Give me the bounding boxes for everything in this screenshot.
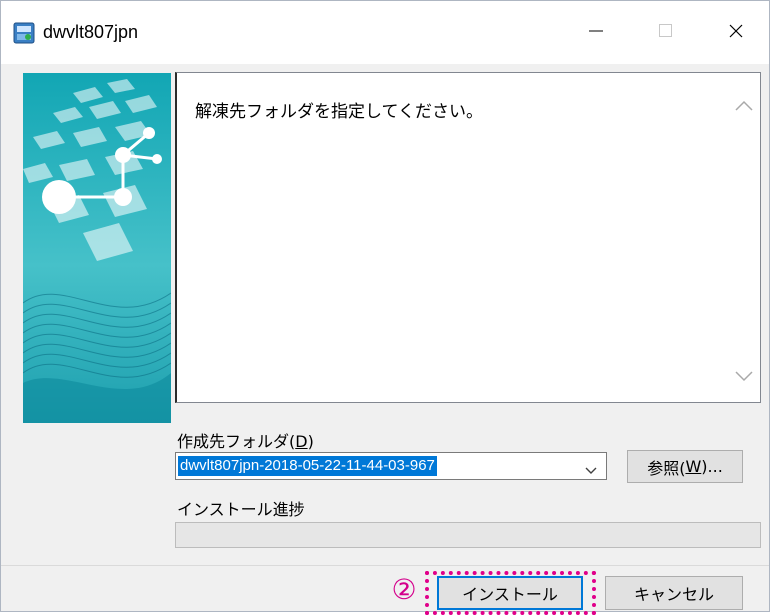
minimize-icon: [588, 23, 604, 43]
destination-label-text: 作成先フォルダ(: [177, 432, 296, 451]
chevron-up-icon[interactable]: [734, 97, 754, 116]
window-title: dwvlt807jpn: [43, 22, 139, 42]
destination-folder-label: 作成先フォルダ(D): [177, 428, 314, 452]
installer-icon: [13, 22, 35, 44]
browse-button[interactable]: 参照(W)...: [627, 450, 743, 483]
banner-image: [23, 73, 171, 423]
destination-folder-value[interactable]: dwvlt807jpn-2018-05-22-11-44-03-967: [178, 456, 437, 476]
maximize-button: [631, 1, 701, 64]
minimize-button[interactable]: [561, 1, 631, 64]
destination-label-end: ): [307, 432, 314, 451]
close-icon: [728, 23, 744, 43]
install-progress-bar: [175, 522, 761, 548]
installer-window: dwvlt807jpn 解凍先フォルダを指定してください。 作成先フォルダ(D)…: [0, 0, 770, 615]
close-button[interactable]: [701, 1, 771, 64]
title-bar[interactable]: dwvlt807jpn: [1, 1, 769, 64]
instruction-text: 解凍先フォルダを指定してください。: [195, 102, 483, 122]
step-number-marker: ②: [391, 573, 417, 606]
chevron-down-icon[interactable]: [584, 461, 598, 480]
chevron-down-icon[interactable]: [734, 367, 754, 386]
browse-label-text: 参照(: [647, 458, 686, 478]
browse-label-end: )...: [701, 457, 723, 476]
footer-divider: [1, 565, 769, 566]
browse-label-accesskey: W: [685, 457, 702, 476]
destination-label-accesskey: D: [295, 432, 308, 451]
cancel-button[interactable]: キャンセル: [605, 576, 743, 610]
destination-folder-combobox[interactable]: dwvlt807jpn-2018-05-22-11-44-03-967: [175, 452, 607, 480]
install-button[interactable]: インストール: [437, 576, 583, 610]
install-progress-label: インストール進捗: [177, 500, 305, 519]
maximize-icon: [658, 23, 674, 43]
info-text-area[interactable]: 解凍先フォルダを指定してください。: [175, 72, 761, 403]
